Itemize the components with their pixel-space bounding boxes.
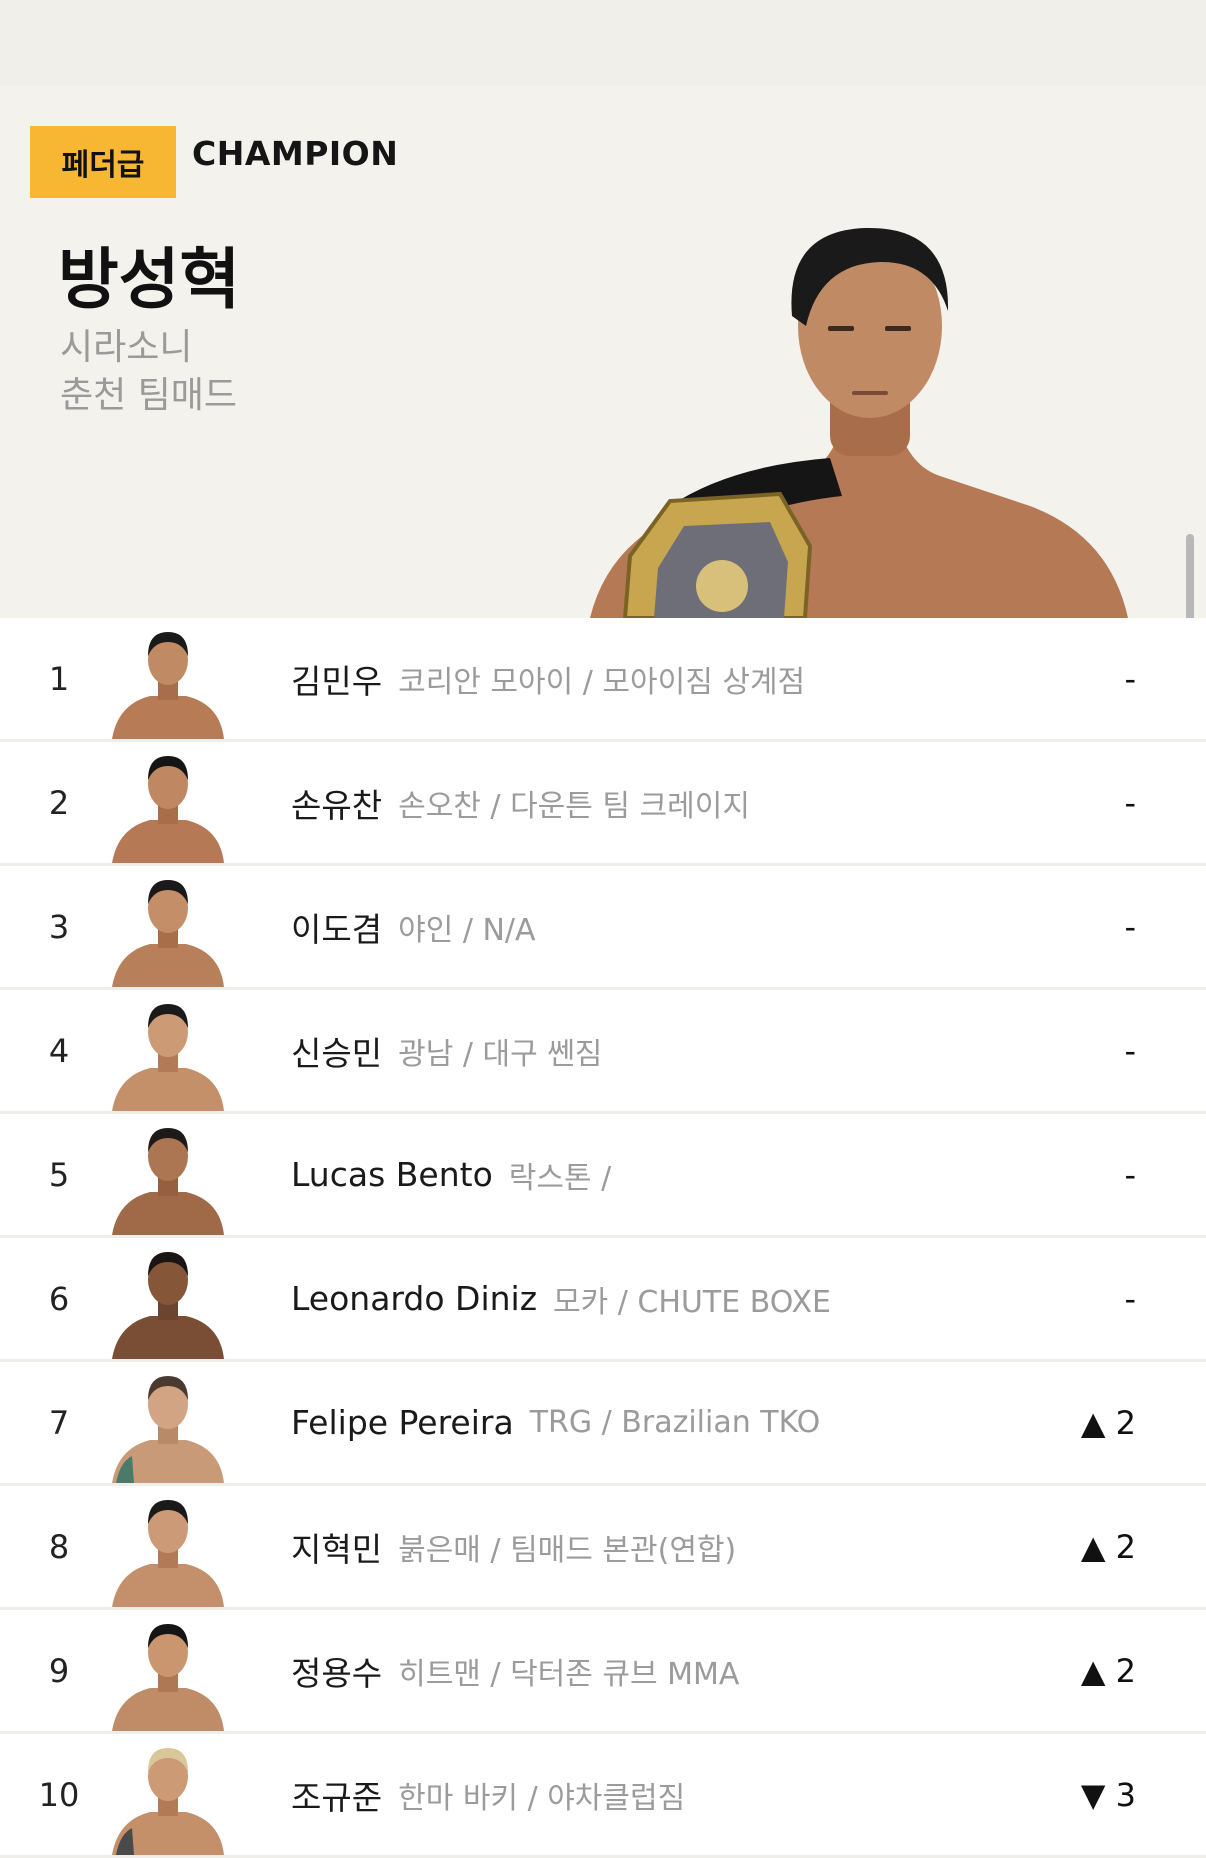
rank-number: 3 [48, 907, 70, 946]
ranking-row[interactable]: 5 Lucas Bento 락스톤 / - [0, 1114, 1206, 1238]
ranking-row[interactable]: 1 김민우 코리안 모아이 / 모아이짐 상계점 - [0, 618, 1206, 742]
champion-name: 방성혁 [58, 241, 241, 318]
fighter-info: 광남 / 대구 쎈짐 [398, 1036, 603, 1072]
fighter-info: 락스톤 / [508, 1160, 612, 1196]
rank-number: 9 [48, 1651, 70, 1690]
fighter-text: 조규준 한마 바키 / 야차클럽짐 [291, 1734, 685, 1855]
ranking-row[interactable]: 9 정용수 히트맨 / 닥터존 큐브 MMA ▲ 2 [0, 1610, 1206, 1734]
fighter-text: 신승민 광남 / 대구 쎈짐 [291, 990, 602, 1111]
fighter-name: 지혁민 [291, 1529, 383, 1569]
fighter-text: 손유찬 손오찬 / 다운튼 팀 크레이지 [291, 742, 750, 863]
rank-number: 8 [48, 1527, 70, 1566]
fighter-photo [112, 1500, 224, 1607]
ranking-row[interactable]: 2 손유찬 손오찬 / 다운튼 팀 크레이지 - [0, 742, 1206, 866]
rank-change: - [1124, 1031, 1136, 1070]
top-bar [0, 0, 1206, 86]
rank-number: 1 [48, 659, 70, 698]
fighter-photo [112, 1252, 224, 1359]
ranking-row[interactable]: 10 조규준 한마 바키 / 야차클럽짐 ▼ 3 [0, 1734, 1206, 1858]
fighter-name: 정용수 [291, 1653, 383, 1693]
fighter-name: 김민우 [291, 661, 383, 701]
rank-number: 2 [48, 783, 70, 822]
ranking-row[interactable]: 6 Leonardo Diniz 모카 / CHUTE BOXE - [0, 1238, 1206, 1362]
champion-gym: 춘천 팀매드 [60, 375, 238, 416]
fighter-name: 조규준 [291, 1777, 383, 1817]
fighter-info: 코리안 모아이 / 모아이짐 상계점 [398, 664, 806, 700]
rank-change: ▲ 2 [1080, 1403, 1136, 1442]
fighter-text: 정용수 히트맨 / 닥터존 큐브 MMA [291, 1610, 739, 1731]
fighter-text: 지혁민 붉은매 / 팀매드 본관(연합) [291, 1486, 736, 1607]
ranking-row[interactable]: 8 지혁민 붉은매 / 팀매드 본관(연합) ▲ 2 [0, 1486, 1206, 1610]
fighter-text: 이도겸 야인 / N/A [291, 866, 536, 987]
weight-class-badge: 페더급 [30, 126, 176, 198]
ranking-row[interactable]: 3 이도겸 야인 / N/A - [0, 866, 1206, 990]
fighter-info: 붉은매 / 팀매드 본관(연합) [398, 1532, 737, 1568]
fighter-photo [112, 880, 224, 987]
champion-photo [590, 227, 1128, 618]
rankings-list: 1 김민우 코리안 모아이 / 모아이짐 상계점 - 2 손유찬 손오찬 / 다… [0, 618, 1206, 1858]
fighter-name: 손유찬 [291, 785, 383, 825]
ranking-row[interactable]: 4 신승민 광남 / 대구 쎈짐 - [0, 990, 1206, 1114]
fighter-info: 야인 / N/A [398, 912, 536, 948]
champion-label: CHAMPION [192, 134, 399, 173]
fighter-name: 이도겸 [291, 909, 383, 949]
fighter-name: 신승민 [291, 1033, 383, 1073]
fighter-photo [112, 1004, 224, 1111]
rank-change: ▼ 3 [1080, 1775, 1136, 1814]
fighter-info: 히트맨 / 닥터존 큐브 MMA [398, 1656, 740, 1692]
fighter-photo [112, 756, 224, 863]
fighter-photo [112, 1748, 224, 1855]
fighter-photo [112, 1624, 224, 1731]
rank-number: 6 [48, 1279, 70, 1318]
fighter-name: Leonardo Diniz [291, 1279, 538, 1318]
fighter-info: 모카 / CHUTE BOXE [553, 1284, 831, 1320]
fighter-text: Lucas Bento 락스톤 / [291, 1114, 611, 1235]
rank-change: - [1124, 1155, 1136, 1194]
rank-change: - [1124, 1279, 1136, 1318]
champion-hero[interactable]: 페더급 CHAMPION 방성혁 시라소니 춘천 팀매드 [0, 86, 1206, 618]
ranking-row[interactable]: 7 Felipe Pereira TRG / Brazilian TKO ▲ 2 [0, 1362, 1206, 1486]
rank-change: ▲ 2 [1080, 1651, 1136, 1690]
rank-number: 5 [48, 1155, 70, 1194]
champion-nickname: 시라소니 [60, 327, 193, 368]
fighter-text: Felipe Pereira TRG / Brazilian TKO [291, 1362, 820, 1483]
rank-change: ▲ 2 [1080, 1527, 1136, 1566]
rank-number: 4 [48, 1031, 70, 1070]
fighter-name: Lucas Bento [291, 1155, 493, 1194]
fighter-info: 손오찬 / 다운튼 팀 크레이지 [398, 788, 750, 824]
fighter-name: Felipe Pereira [291, 1403, 514, 1442]
rank-change: - [1124, 783, 1136, 822]
fighter-text: Leonardo Diniz 모카 / CHUTE BOXE [291, 1238, 831, 1359]
fighter-photo [112, 632, 224, 739]
fighter-photo [112, 1376, 224, 1483]
fighter-text: 김민우 코리안 모아이 / 모아이짐 상계점 [291, 618, 805, 739]
fighter-photo [112, 1128, 224, 1235]
rank-number: 10 [38, 1775, 80, 1814]
fighter-info: TRG / Brazilian TKO [529, 1405, 821, 1440]
fighter-info: 한마 바키 / 야차클럽짐 [398, 1780, 686, 1816]
rank-number: 7 [48, 1403, 70, 1442]
rank-change: - [1124, 907, 1136, 946]
rank-change: - [1124, 659, 1136, 698]
